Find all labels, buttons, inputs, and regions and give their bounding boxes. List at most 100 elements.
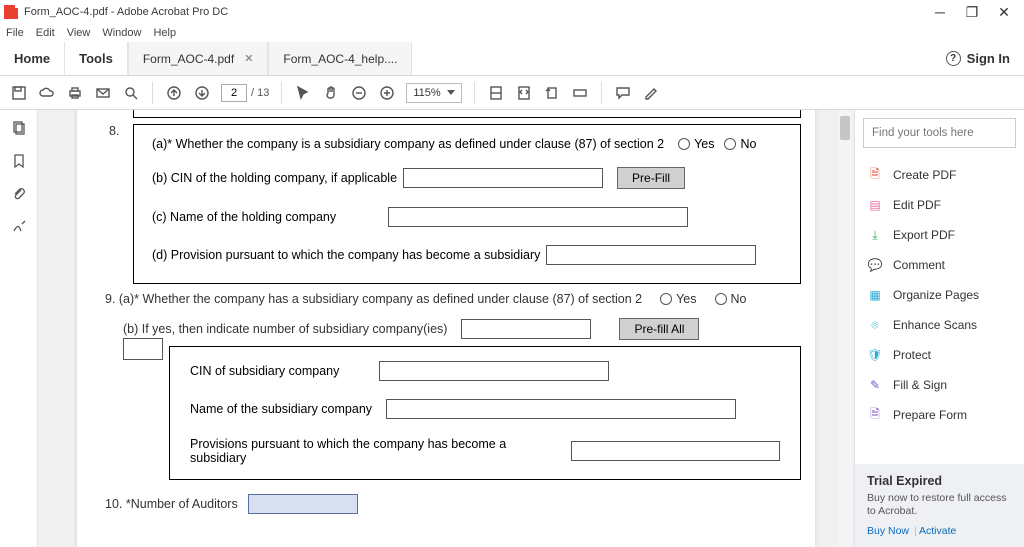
- activate-link[interactable]: Activate: [919, 525, 956, 537]
- q9b-label: (b) If yes, then indicate number of subs…: [123, 322, 447, 336]
- tool-search-input[interactable]: [863, 118, 1016, 148]
- q9a-label: 9. (a)* Whether the company has a subsid…: [105, 292, 642, 306]
- zoom-out-icon[interactable]: [350, 84, 368, 102]
- minimize-button[interactable]: ─: [930, 4, 950, 21]
- tool-protect[interactable]: 🛡Protect: [855, 340, 1024, 370]
- menu-edit[interactable]: Edit: [36, 27, 55, 39]
- q9a-radio-yes[interactable]: [660, 293, 672, 305]
- tab-home[interactable]: Home: [0, 42, 65, 75]
- q9-index-field[interactable]: [123, 338, 163, 360]
- page-number-input[interactable]: [221, 84, 247, 102]
- scrollbar-vertical[interactable]: [838, 110, 852, 547]
- sign-in[interactable]: ? Sign In: [932, 42, 1024, 75]
- q9-prov-field[interactable]: [571, 441, 780, 461]
- q8a-radio-no[interactable]: [724, 138, 736, 150]
- attachment-icon[interactable]: [11, 186, 27, 205]
- yes-label: Yes: [694, 137, 714, 151]
- q9-name-label: Name of the subsidiary company: [190, 402, 372, 416]
- tool-label: Export PDF: [893, 228, 955, 242]
- tool-fill-sign[interactable]: ✎Fill & Sign: [855, 370, 1024, 400]
- page-up-icon[interactable]: [165, 84, 183, 102]
- tool-label: Edit PDF: [893, 198, 941, 212]
- close-button[interactable]: ✕: [994, 4, 1014, 21]
- tab-tools[interactable]: Tools: [65, 42, 128, 75]
- page-indicator: / 13: [221, 84, 269, 102]
- tool-prepare-form[interactable]: 🗎Prepare Form: [855, 400, 1024, 430]
- q9-cin-field[interactable]: [379, 361, 609, 381]
- signature-rail-icon[interactable]: [11, 219, 27, 238]
- bookmark-icon[interactable]: [11, 153, 27, 172]
- cloud-icon[interactable]: [38, 84, 56, 102]
- tool-export-pdf[interactable]: ⤓ Export PDF: [855, 220, 1024, 250]
- tool-enhance-scans[interactable]: ⌾Enhance Scans: [855, 310, 1024, 340]
- buy-now-link[interactable]: Buy Now: [867, 525, 909, 537]
- edit-pdf-icon: ▤: [867, 197, 883, 213]
- tab-doc2-label: Form_AOC-4_help....: [283, 52, 397, 66]
- zoom-value: 115%: [413, 87, 440, 99]
- q9-subsidiary-box: CIN of subsidiary company Name of the su…: [169, 346, 801, 480]
- trial-heading: Trial Expired: [867, 474, 1012, 488]
- maximize-button[interactable]: ❐: [962, 4, 982, 21]
- menu-help[interactable]: Help: [153, 27, 176, 39]
- export-pdf-icon: ⤓: [867, 227, 883, 243]
- search-icon[interactable]: [122, 84, 140, 102]
- zoom-dropdown[interactable]: 115%: [406, 83, 461, 103]
- prepare-form-icon: 🗎: [867, 407, 883, 423]
- q8b-field[interactable]: [403, 168, 603, 188]
- q8d-field[interactable]: [546, 245, 756, 265]
- window-title: Form_AOC-4.pdf - Adobe Acrobat Pro DC: [24, 6, 930, 18]
- menu-window[interactable]: Window: [102, 27, 141, 39]
- sign-icon[interactable]: [642, 84, 660, 102]
- menu-file[interactable]: File: [6, 27, 24, 39]
- q10-label: 10. *Number of Auditors: [105, 497, 238, 511]
- q10-field[interactable]: [248, 494, 358, 514]
- hand-icon[interactable]: [322, 84, 340, 102]
- tab-doc-2[interactable]: Form_AOC-4_help....: [268, 42, 412, 75]
- q8a-label: (a)* Whether the company is a subsidiary…: [152, 137, 664, 151]
- fit-page-icon[interactable]: [515, 84, 533, 102]
- thumbnails-icon[interactable]: [11, 120, 27, 139]
- tool-label: Comment: [893, 258, 945, 272]
- protect-icon: 🛡: [867, 347, 883, 363]
- yes-label-2: Yes: [676, 292, 696, 306]
- page-down-icon[interactable]: [193, 84, 211, 102]
- tool-label: Fill & Sign: [893, 378, 947, 392]
- prefill-button[interactable]: Pre-Fill: [617, 167, 685, 189]
- scrollbar-thumb[interactable]: [840, 116, 850, 140]
- q8c-label: (c) Name of the holding company: [152, 210, 336, 224]
- trial-expired-panel: Trial Expired Buy now to restore full ac…: [855, 464, 1024, 547]
- app-tabs: Home Tools Form_AOC-4.pdf ✕ Form_AOC-4_h…: [0, 42, 1024, 76]
- print-icon[interactable]: [66, 84, 84, 102]
- tool-label: Organize Pages: [893, 288, 979, 302]
- mail-icon[interactable]: [94, 84, 112, 102]
- keyboard-icon[interactable]: [571, 84, 589, 102]
- pointer-icon[interactable]: [294, 84, 312, 102]
- help-icon[interactable]: ?: [946, 51, 961, 66]
- prefill-all-button[interactable]: Pre-fill All: [619, 318, 699, 340]
- q9b-field[interactable]: [461, 319, 591, 339]
- menu-view[interactable]: View: [67, 27, 91, 39]
- rotate-icon[interactable]: [543, 84, 561, 102]
- tab-doc-active[interactable]: Form_AOC-4.pdf ✕: [128, 42, 269, 75]
- tool-edit-pdf[interactable]: ▤ Edit PDF: [855, 190, 1024, 220]
- tool-organize[interactable]: ▦Organize Pages: [855, 280, 1024, 310]
- pdf-page: 8. (a)* Whether the company is a subsidi…: [77, 110, 815, 547]
- comment-icon[interactable]: [614, 84, 632, 102]
- tool-comment[interactable]: 💬 Comment: [855, 250, 1024, 280]
- toolbar: / 13 115%: [0, 76, 1024, 110]
- q8c-field[interactable]: [388, 207, 688, 227]
- save-icon[interactable]: [10, 84, 28, 102]
- comment-tool-icon: 💬: [867, 257, 883, 273]
- q9a-radio-no[interactable]: [715, 293, 727, 305]
- form-prev-box: [133, 110, 801, 118]
- fit-width-icon[interactable]: [487, 84, 505, 102]
- zoom-in-icon[interactable]: [378, 84, 396, 102]
- q8a-radio-yes[interactable]: [678, 138, 690, 150]
- close-tab-icon[interactable]: ✕: [244, 52, 253, 65]
- page-total: / 13: [251, 87, 269, 99]
- tool-create-pdf[interactable]: 🗎Create PDF: [855, 160, 1024, 190]
- document-area[interactable]: 8. (a)* Whether the company is a subsidi…: [38, 110, 854, 547]
- q9-name-field[interactable]: [386, 399, 736, 419]
- q8b-label: (b) CIN of the holding company, if appli…: [152, 171, 397, 185]
- tool-label: Create PDF: [893, 168, 956, 182]
